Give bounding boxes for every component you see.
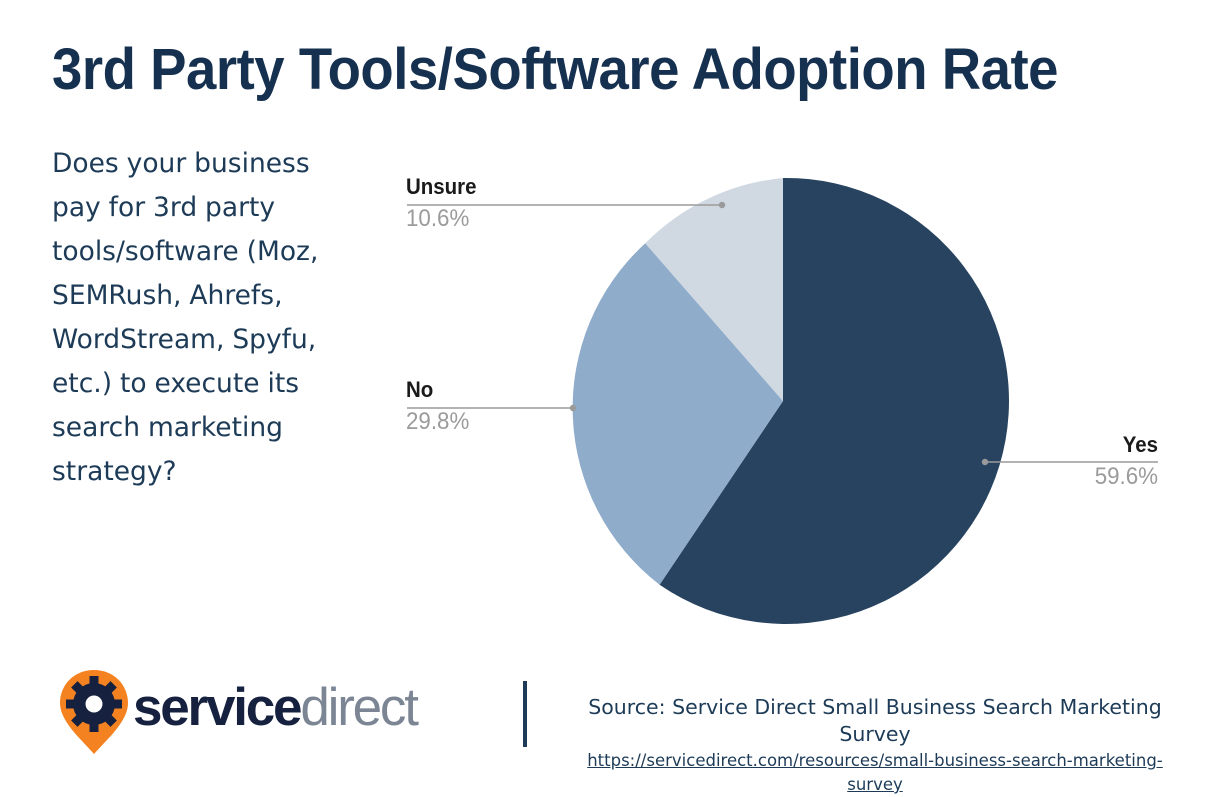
infographic-slide: 3rd Party Tools/Software Adoption Rate D… [0,0,1224,794]
survey-question: Does your business pay for 3rd party too… [52,148,319,487]
map-pin-icon [60,670,128,754]
logo-wordmark: servicedirect [133,678,419,738]
footer-divider [523,681,527,747]
source-url[interactable]: https://servicedirect.com/resources/smal… [560,749,1190,797]
pie-label-unsure: Unsure 10.6% [406,176,482,231]
pie-slice-no [572,243,783,585]
gear-center-hole [85,695,103,713]
pie-label-no-category: No [406,377,434,402]
pie-label-yes: Yes 59.6% [1005,434,1158,489]
logo-word-direct: direct [300,678,419,737]
pie-slice-yes [659,177,1009,624]
pie-label-yes-value: 59.6% [1094,463,1158,490]
source-text: Source: Service Direct Small Business Se… [588,695,1162,746]
pie-label-unsure-category: Unsure [406,174,477,199]
pie-label-yes-category: Yes [1122,432,1158,457]
pie-label-no-value: 29.8% [406,408,470,435]
leader-line-yes [981,458,1158,466]
leader-line-no [407,404,577,412]
logo-word-service: service [133,678,303,737]
page-title: 3rd Party Tools/Software Adoption Rate [52,37,1059,102]
pie-label-no: No 29.8% [406,379,474,434]
leader-line-unsure [407,201,726,209]
source-attribution: Source: Service Direct Small Business Se… [560,694,1190,797]
pie-label-unsure-value: 10.6% [406,205,470,232]
pie-slice-unsure [645,178,783,401]
